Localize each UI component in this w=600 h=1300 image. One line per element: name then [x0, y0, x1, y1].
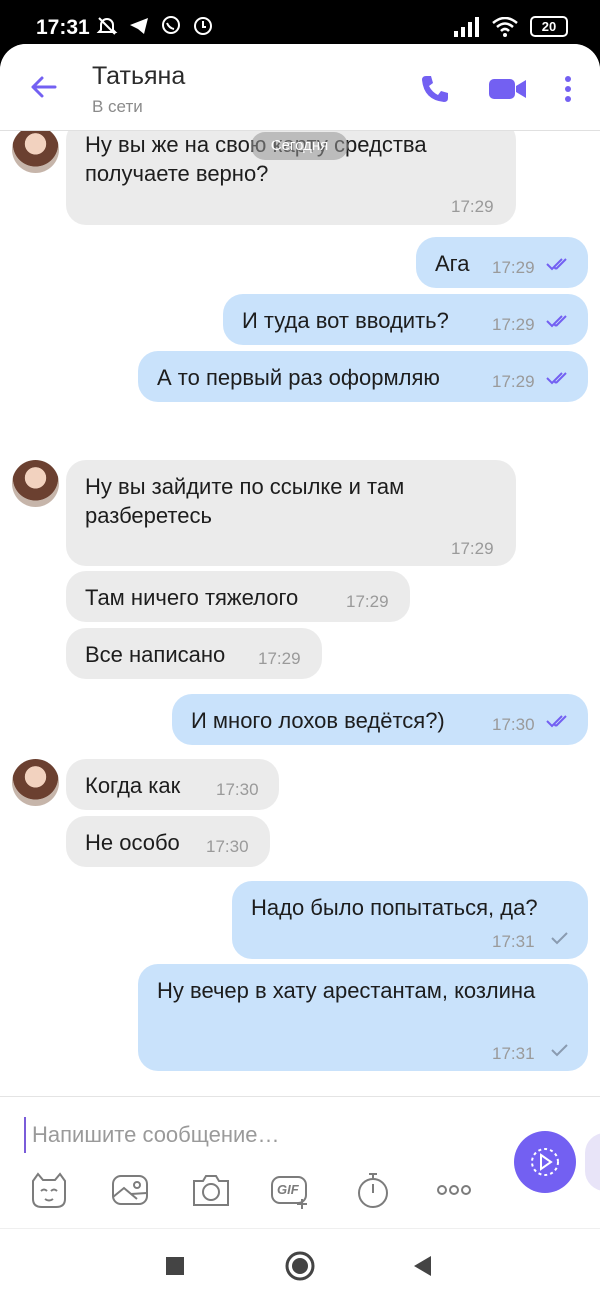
- delivered-check-icon: [551, 932, 568, 945]
- message-text: И много лохов ведётся?): [191, 708, 445, 733]
- contact-avatar[interactable]: [12, 759, 59, 806]
- message-time: 17:29: [451, 539, 494, 558]
- status-time: 17:31: [36, 16, 90, 39]
- contact-name[interactable]: Татьяна: [92, 62, 185, 91]
- outgoing-message[interactable]: Надо было попытаться, да? 17:31: [232, 881, 588, 959]
- message-time: 17:31: [492, 932, 535, 951]
- camera-icon[interactable]: [190, 1169, 232, 1211]
- message-time: 17:29: [492, 315, 535, 334]
- incoming-message[interactable]: Там ничего тяжелого 17:29: [66, 571, 410, 622]
- message-text: Там ничего тяжелого: [85, 585, 299, 610]
- incoming-message[interactable]: Не особо 17:30: [66, 816, 270, 867]
- message-time: 17:31: [492, 1044, 535, 1063]
- date-separator: Сегодня: [251, 132, 348, 160]
- message-text: А то первый раз оформляю: [157, 365, 440, 390]
- more-actions-icon[interactable]: [433, 1169, 475, 1211]
- message-text: Все написано: [85, 642, 226, 667]
- message-list[interactable]: Сегодня Ну вы же на свою карту средства …: [0, 130, 600, 1094]
- read-check-icon: [546, 315, 567, 328]
- timer-icon[interactable]: [352, 1169, 394, 1211]
- video-call-icon[interactable]: [488, 72, 528, 106]
- outgoing-message[interactable]: И туда вот вводить? 17:29: [223, 294, 588, 345]
- read-check-icon: [546, 372, 567, 385]
- more-options-icon[interactable]: [556, 72, 580, 106]
- incoming-message[interactable]: Когда как 17:30: [66, 759, 279, 810]
- chat-screen: Татьяна В сети Сегодня Ну вы же на свою …: [0, 44, 600, 1228]
- contact-avatar[interactable]: [12, 130, 59, 173]
- gallery-icon[interactable]: [109, 1169, 151, 1211]
- message-time: 17:30: [216, 780, 259, 799]
- message-text: Не особо: [85, 830, 180, 855]
- message-text: Когда как: [85, 773, 181, 798]
- message-time: 17:29: [492, 258, 535, 277]
- message-text: И туда вот вводить?: [242, 308, 449, 333]
- message-text: Надо было попытаться, да?: [251, 895, 538, 920]
- outgoing-message[interactable]: И много лохов ведётся?) 17:30: [172, 694, 588, 745]
- back-nav-icon[interactable]: [405, 1249, 439, 1283]
- compose-bar: GIF: [0, 1096, 600, 1228]
- phone-call-icon[interactable]: [418, 72, 452, 106]
- wifi-icon: [492, 16, 518, 37]
- incoming-message[interactable]: Все написано 17:29: [66, 628, 322, 679]
- message-time: 17:29: [258, 649, 301, 668]
- chat-header: Татьяна В сети: [0, 44, 600, 131]
- read-check-icon: [546, 258, 567, 271]
- back-arrow-icon[interactable]: [28, 72, 58, 102]
- gif-label: GIF: [277, 1182, 299, 1197]
- send-button-edge: [585, 1133, 600, 1191]
- viber-icon: [162, 16, 180, 34]
- message-time: 17:29: [346, 592, 389, 611]
- send-icon: [531, 1148, 559, 1176]
- outgoing-message[interactable]: Ну вечер в хату арестантам, козлина 17:3…: [138, 964, 588, 1071]
- contact-avatar[interactable]: [12, 460, 59, 507]
- system-nav-bar: [0, 1228, 600, 1300]
- message-time: 17:30: [206, 837, 249, 856]
- signal-icon: [454, 16, 479, 37]
- telegram-icon: [130, 18, 148, 34]
- sticker-icon[interactable]: [28, 1169, 70, 1211]
- recent-apps-icon[interactable]: [158, 1249, 192, 1283]
- read-check-icon: [546, 715, 567, 728]
- message-input[interactable]: [24, 1117, 494, 1153]
- contact-status: В сети: [92, 97, 143, 116]
- home-icon[interactable]: [283, 1249, 317, 1283]
- message-time: 17:30: [492, 715, 535, 734]
- message-text: Ну вы зайдите по ссылке и там разберетес…: [85, 474, 405, 528]
- message-time: 17:29: [492, 372, 535, 391]
- outgoing-message[interactable]: Ага 17:29: [416, 237, 588, 288]
- delivered-check-icon: [551, 1044, 568, 1057]
- outgoing-message[interactable]: А то первый раз оформляю 17:29: [138, 351, 588, 402]
- mute-bell-icon: [96, 17, 118, 35]
- gif-button[interactable]: GIF: [270, 1169, 312, 1211]
- message-text: Ага: [435, 251, 470, 276]
- send-button[interactable]: [514, 1131, 576, 1193]
- incoming-message[interactable]: Ну вы зайдите по ссылке и там разберетес…: [66, 460, 516, 566]
- battery-icon: 20: [530, 16, 568, 37]
- message-time: 17:29: [451, 197, 494, 216]
- message-text: Ну вечер в хату арестантам, козлина: [157, 978, 536, 1003]
- app-notification-icon: [194, 17, 212, 35]
